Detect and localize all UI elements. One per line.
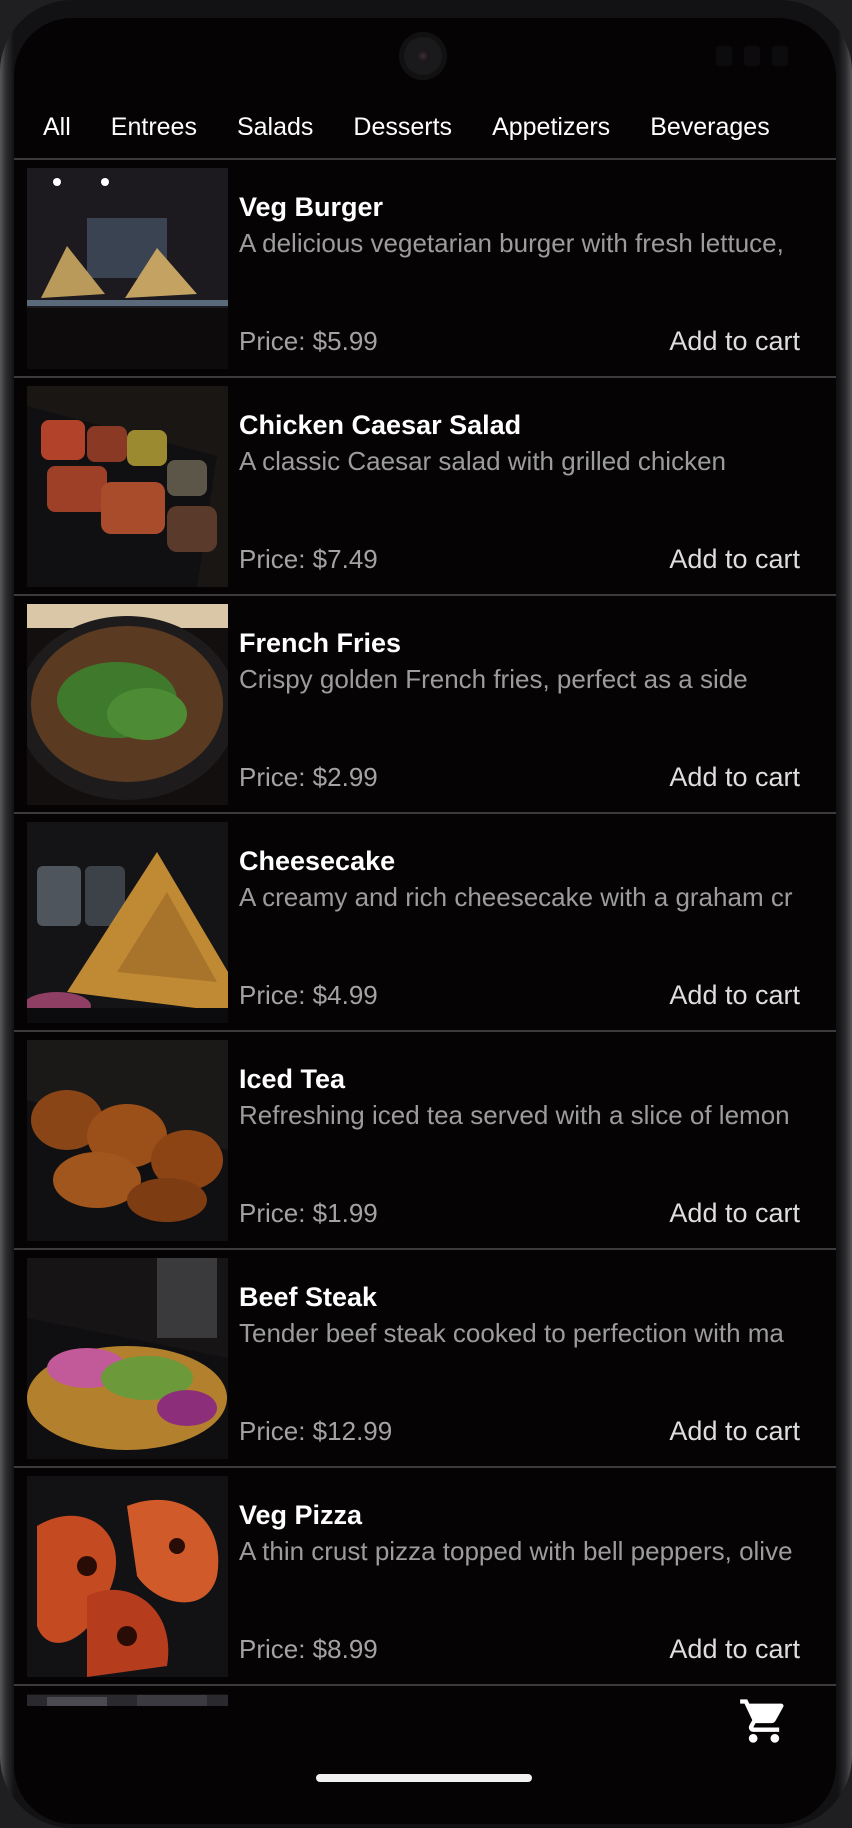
food-image (27, 822, 228, 1023)
app-screen: All Entrees Salads Desserts Appetizers B… (14, 18, 836, 1824)
item-price: Price: $2.99 (239, 762, 378, 792)
menu-item: Iced Tea Refreshing iced tea served with… (14, 1032, 836, 1250)
menu-item: Veg Burger A delicious vegetarian burger… (14, 160, 836, 378)
food-image (27, 1476, 228, 1677)
add-to-cart-button[interactable]: Add to cart (669, 326, 800, 357)
menu-item: Veg Pizza A thin crust pizza topped with… (14, 1468, 836, 1686)
item-name: Chicken Caesar Salad (239, 410, 522, 440)
item-price: Price: $5.99 (239, 326, 378, 356)
menu-item: Cheesecake A creamy and rich cheesecake … (14, 814, 836, 1032)
shopping-cart-icon[interactable] (738, 1695, 790, 1747)
add-to-cart-button[interactable]: Add to cart (669, 544, 800, 575)
status-bar-icons (716, 46, 788, 66)
add-to-cart-button[interactable]: Add to cart (669, 1634, 800, 1665)
item-price: Price: $12.99 (239, 1416, 393, 1446)
add-to-cart-button[interactable]: Add to cart (669, 762, 800, 793)
category-tabs: All Entrees Salads Desserts Appetizers B… (14, 96, 836, 158)
battery-icon (772, 46, 788, 66)
food-image (27, 1040, 228, 1241)
menu-list: Veg Burger A delicious vegetarian burger… (14, 160, 836, 1706)
add-to-cart-button[interactable]: Add to cart (669, 980, 800, 1011)
item-name: Cheesecake (239, 846, 396, 876)
signal-icon (744, 46, 760, 66)
item-price: Price: $4.99 (239, 980, 378, 1010)
tab-all[interactable]: All (14, 113, 91, 142)
item-description: A creamy and rich cheesecake with a grah… (239, 882, 793, 912)
add-to-cart-button[interactable]: Add to cart (669, 1416, 800, 1447)
item-name: Iced Tea (239, 1064, 346, 1094)
food-image (27, 1258, 228, 1459)
food-image (27, 386, 228, 587)
item-description: A delicious vegetarian burger with fresh… (239, 228, 784, 258)
item-description: A classic Caesar salad with grilled chic… (239, 446, 726, 476)
item-price: Price: $7.49 (239, 544, 378, 574)
item-name: Beef Steak (239, 1282, 378, 1312)
item-name: Veg Pizza (239, 1500, 363, 1530)
item-price: Price: $8.99 (239, 1634, 378, 1664)
tab-beverages[interactable]: Beverages (630, 113, 790, 142)
item-name: French Fries (239, 628, 402, 658)
add-to-cart-button[interactable]: Add to cart (669, 1198, 800, 1229)
food-image (27, 604, 228, 805)
item-description: Tender beef steak cooked to perfection w… (239, 1318, 784, 1348)
menu-item: Chicken Caesar Salad A classic Caesar sa… (14, 378, 836, 596)
food-image (27, 168, 228, 369)
wifi-icon (716, 46, 732, 66)
tab-appetizers[interactable]: Appetizers (472, 113, 630, 142)
tab-desserts[interactable]: Desserts (333, 113, 472, 142)
tab-entrees[interactable]: Entrees (91, 113, 217, 142)
item-name: Veg Burger (239, 192, 384, 222)
menu-item-partial (14, 1686, 836, 1706)
front-camera (399, 32, 447, 80)
item-description: A thin crust pizza topped with bell pepp… (239, 1536, 793, 1566)
menu-item: Beef Steak Tender beef steak cooked to p… (14, 1250, 836, 1468)
item-description: Refreshing iced tea served with a slice … (239, 1100, 790, 1130)
item-price: Price: $1.99 (239, 1198, 378, 1228)
home-gesture-bar[interactable] (316, 1774, 532, 1782)
menu-item: French Fries Crispy golden French fries,… (14, 596, 836, 814)
device-frame: All Entrees Salads Desserts Appetizers B… (0, 0, 852, 1828)
food-image (27, 1694, 228, 1706)
item-description: Crispy golden French fries, perfect as a… (239, 664, 748, 694)
tab-salads[interactable]: Salads (217, 113, 333, 142)
